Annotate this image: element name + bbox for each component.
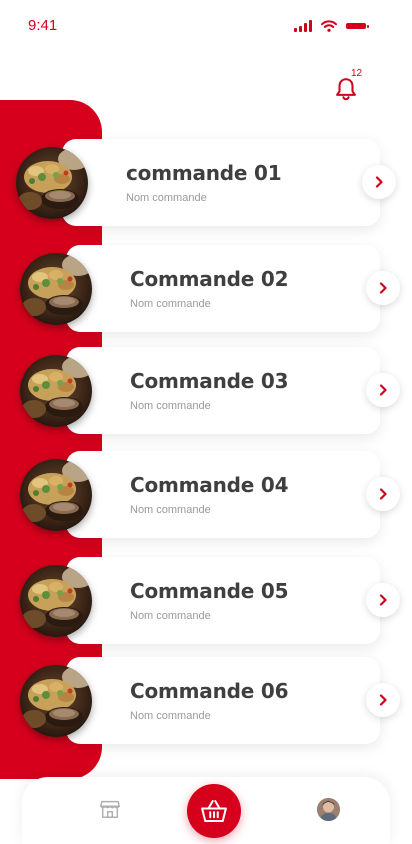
bell-icon[interactable] [333, 76, 359, 102]
order-subtitle: Nom commande [130, 710, 211, 722]
basket-button[interactable] [187, 784, 241, 838]
status-time: 9:41 [28, 17, 58, 34]
store-icon[interactable] [99, 798, 121, 820]
order-thumbnail [20, 665, 92, 737]
order-title: Commande 04 [130, 473, 289, 497]
wifi-icon [321, 20, 337, 32]
basket-icon [201, 800, 227, 822]
order-subtitle: Nom commande [130, 504, 211, 516]
order-thumbnail [16, 147, 88, 219]
order-thumbnail [20, 253, 92, 325]
notification-count: 12 [351, 68, 363, 79]
status-icons [294, 18, 369, 32]
status-bar: 9:41 [0, 0, 412, 50]
battery-icon [346, 23, 369, 29]
chevron-right-button[interactable] [366, 477, 400, 511]
order-title: commande 01 [126, 161, 282, 185]
chevron-right-button[interactable] [366, 583, 400, 617]
signal-icon [294, 20, 312, 32]
chevron-right-button[interactable] [362, 165, 396, 199]
chevron-right-button[interactable] [366, 683, 400, 717]
chevron-right-icon [379, 594, 387, 606]
order-thumbnail [20, 355, 92, 427]
order-subtitle: Nom commande [130, 610, 211, 622]
order-subtitle: Nom commande [130, 400, 211, 412]
order-title: Commande 02 [130, 267, 289, 291]
order-thumbnail [20, 459, 92, 531]
order-subtitle: Nom commande [130, 298, 211, 310]
chevron-right-icon [379, 282, 387, 294]
chevron-right-icon [375, 176, 383, 188]
chevron-right-icon [379, 488, 387, 500]
chevron-right-button[interactable] [366, 373, 400, 407]
avatar[interactable] [317, 798, 340, 821]
chevron-right-button[interactable] [366, 271, 400, 305]
order-thumbnail [20, 565, 92, 637]
chevron-right-icon [379, 384, 387, 396]
chevron-right-icon [379, 694, 387, 706]
order-title: Commande 03 [130, 369, 289, 393]
order-title: Commande 06 [130, 679, 289, 703]
order-subtitle: Nom commande [126, 192, 207, 204]
avatar-image [317, 798, 340, 821]
order-title: Commande 05 [130, 579, 289, 603]
